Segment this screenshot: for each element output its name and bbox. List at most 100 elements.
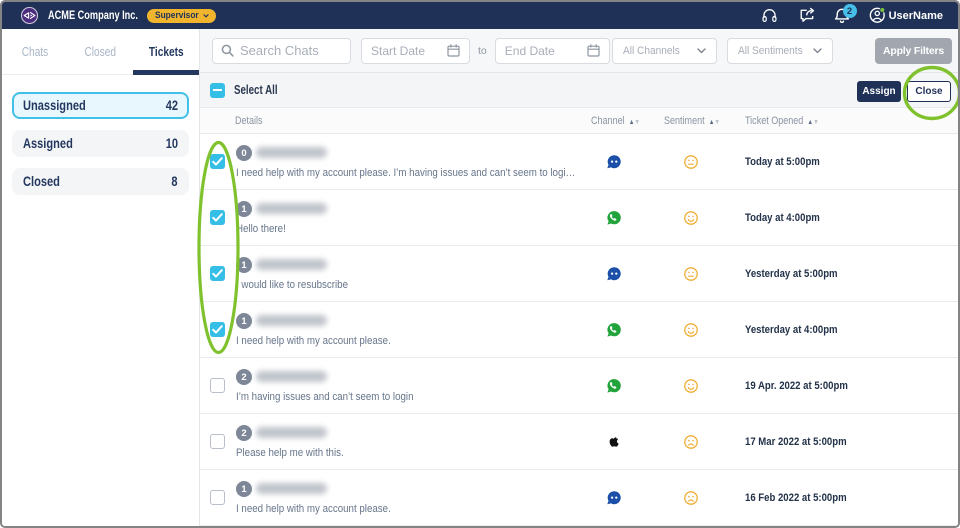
main-panel: Search Chats Start Date to End Date All … <box>200 29 958 526</box>
check-icon <box>212 325 223 334</box>
column-header-ticket-opened[interactable]: Ticket Opened▲▼ <box>745 115 819 127</box>
chat-bubble-icon <box>606 490 622 506</box>
user-icon <box>869 7 886 24</box>
row-checkbox[interactable] <box>210 322 225 337</box>
channels-select[interactable]: All Channels <box>612 38 717 64</box>
sidebar-item-count: 10 <box>166 136 178 151</box>
row-checkbox[interactable] <box>210 266 225 281</box>
headset-button[interactable] <box>762 8 777 23</box>
sidebar-item-unassigned[interactable]: Unassigned 42 <box>12 92 189 119</box>
sort-arrows-icon: ▲▼ <box>807 115 818 127</box>
message-preview: I need help with my account please. <box>236 503 391 515</box>
assign-button[interactable]: Assign <box>857 81 901 102</box>
top-navbar: ACME Company Inc. Supervisor <box>2 2 958 29</box>
tab-label: Tickets <box>149 44 184 59</box>
chevron-down-icon <box>813 48 822 54</box>
row-checkbox[interactable] <box>210 378 225 393</box>
sidebar-tabs: Chats Closed Tickets <box>2 29 199 75</box>
ticket-row[interactable]: 2 Please help me with this. 17 Mar 2022 … <box>200 414 958 470</box>
sentiments-select[interactable]: All Sentiments <box>727 38 833 64</box>
chat-bubble-icon <box>606 266 622 282</box>
ticket-opened-time: Yesterday at 5:00pm <box>745 246 838 301</box>
unread-count-badge: 1 <box>236 481 252 497</box>
whatsapp-icon <box>606 322 622 338</box>
happy-face-icon <box>684 379 698 393</box>
select-all-label: Select All <box>234 83 278 97</box>
app-window: ACME Company Inc. Supervisor <box>0 0 960 528</box>
row-checkbox[interactable] <box>210 490 225 505</box>
column-header-sentiment[interactable]: Sentiment▲▼ <box>664 115 720 127</box>
message-preview: I would like to resubscribe <box>236 279 348 291</box>
search-placeholder: Search Chats <box>240 43 319 58</box>
username-label: UserName <box>889 10 943 22</box>
tab-closed[interactable]: Closed <box>68 29 134 74</box>
ticket-row[interactable]: 2 I’m having issues and can’t seem to lo… <box>200 358 958 414</box>
sidebar-item-label: Assigned <box>23 136 73 151</box>
neutral-face-icon <box>684 267 698 281</box>
notifications-button[interactable]: 2 <box>834 7 850 24</box>
happy-face-icon <box>684 211 698 225</box>
apple-icon <box>606 434 622 450</box>
sad-face-icon <box>684 435 698 449</box>
calendar-icon <box>587 44 600 57</box>
neutral-face-icon <box>684 267 698 281</box>
ticket-list: 0 I need help with my account please. I’… <box>200 134 958 526</box>
sidebar-item-label: Closed <box>23 174 60 189</box>
tab-tickets[interactable]: Tickets <box>133 29 199 74</box>
start-date-placeholder: Start Date <box>371 44 425 58</box>
ticket-row[interactable]: 1 I need help with my account please. Ye… <box>200 302 958 358</box>
row-checkbox[interactable] <box>210 154 225 169</box>
ticket-row[interactable]: 1 Hello there! Today at 4:00pm <box>200 190 958 246</box>
row-checkbox[interactable] <box>210 210 225 225</box>
whatsapp-icon <box>606 378 622 394</box>
start-date-input[interactable]: Start Date <box>361 38 470 64</box>
indeterminate-icon <box>213 89 222 91</box>
check-icon <box>212 269 223 278</box>
ticket-row[interactable]: 1 I need help with my account please. 16… <box>200 470 958 526</box>
sad-face-icon <box>684 491 698 505</box>
ticket-row[interactable]: 0 I need help with my account please. I’… <box>200 134 958 190</box>
select-all-checkbox[interactable] <box>210 83 225 98</box>
sidebar-item-assigned[interactable]: Assigned 10 <box>12 130 189 157</box>
tab-chats[interactable]: Chats <box>2 29 68 74</box>
apply-filters-button[interactable]: Apply Filters <box>875 38 952 64</box>
happy-face-icon <box>684 323 698 337</box>
customer-name-redacted <box>256 427 327 438</box>
search-icon <box>221 44 234 57</box>
search-input[interactable]: Search Chats <box>212 38 351 64</box>
tab-label: Closed <box>85 44 117 59</box>
unread-count-badge: 0 <box>236 145 252 161</box>
user-menu-button[interactable] <box>869 7 886 24</box>
column-header-details: Details <box>235 115 263 127</box>
headset-icon <box>762 8 777 23</box>
chat-bubble-icon <box>606 490 622 506</box>
check-icon <box>212 157 223 166</box>
row-checkbox[interactable] <box>210 434 225 449</box>
sentiments-placeholder: All Sentiments <box>738 45 803 57</box>
whatsapp-icon <box>606 210 622 226</box>
whatsapp-icon <box>606 322 622 338</box>
ticket-opened-time: 16 Feb 2022 at 5:00pm <box>745 470 847 525</box>
sidebar-item-count: 8 <box>172 174 178 189</box>
neutral-face-icon <box>684 155 698 169</box>
ticket-row[interactable]: 1 I would like to resubscribe Yesterday … <box>200 246 958 302</box>
check-icon <box>212 213 223 222</box>
sidebar-item-closed[interactable]: Closed 8 <box>12 168 189 195</box>
message-preview: I’m having issues and can’t seem to logi… <box>236 391 413 403</box>
chat-share-button[interactable] <box>799 7 816 24</box>
channels-placeholder: All Channels <box>623 45 680 57</box>
chevron-down-icon <box>697 48 706 54</box>
sidebar-item-count: 42 <box>166 98 178 113</box>
role-badge[interactable]: Supervisor <box>147 9 216 23</box>
calendar-icon <box>447 44 460 57</box>
ticket-opened-time: Today at 4:00pm <box>745 190 820 245</box>
close-button[interactable]: Close <box>907 81 951 102</box>
bulk-actions-bar: Select All Assign Close <box>200 73 958 108</box>
end-date-placeholder: End Date <box>505 44 555 58</box>
column-header-channel[interactable]: Channel▲▼ <box>591 115 640 127</box>
chat-bubble-icon <box>606 154 622 170</box>
unread-count-badge: 1 <box>236 201 252 217</box>
message-preview: I need help with my account please. I’m … <box>236 167 575 179</box>
chevron-down-icon <box>203 14 209 18</box>
end-date-input[interactable]: End Date <box>495 38 610 64</box>
